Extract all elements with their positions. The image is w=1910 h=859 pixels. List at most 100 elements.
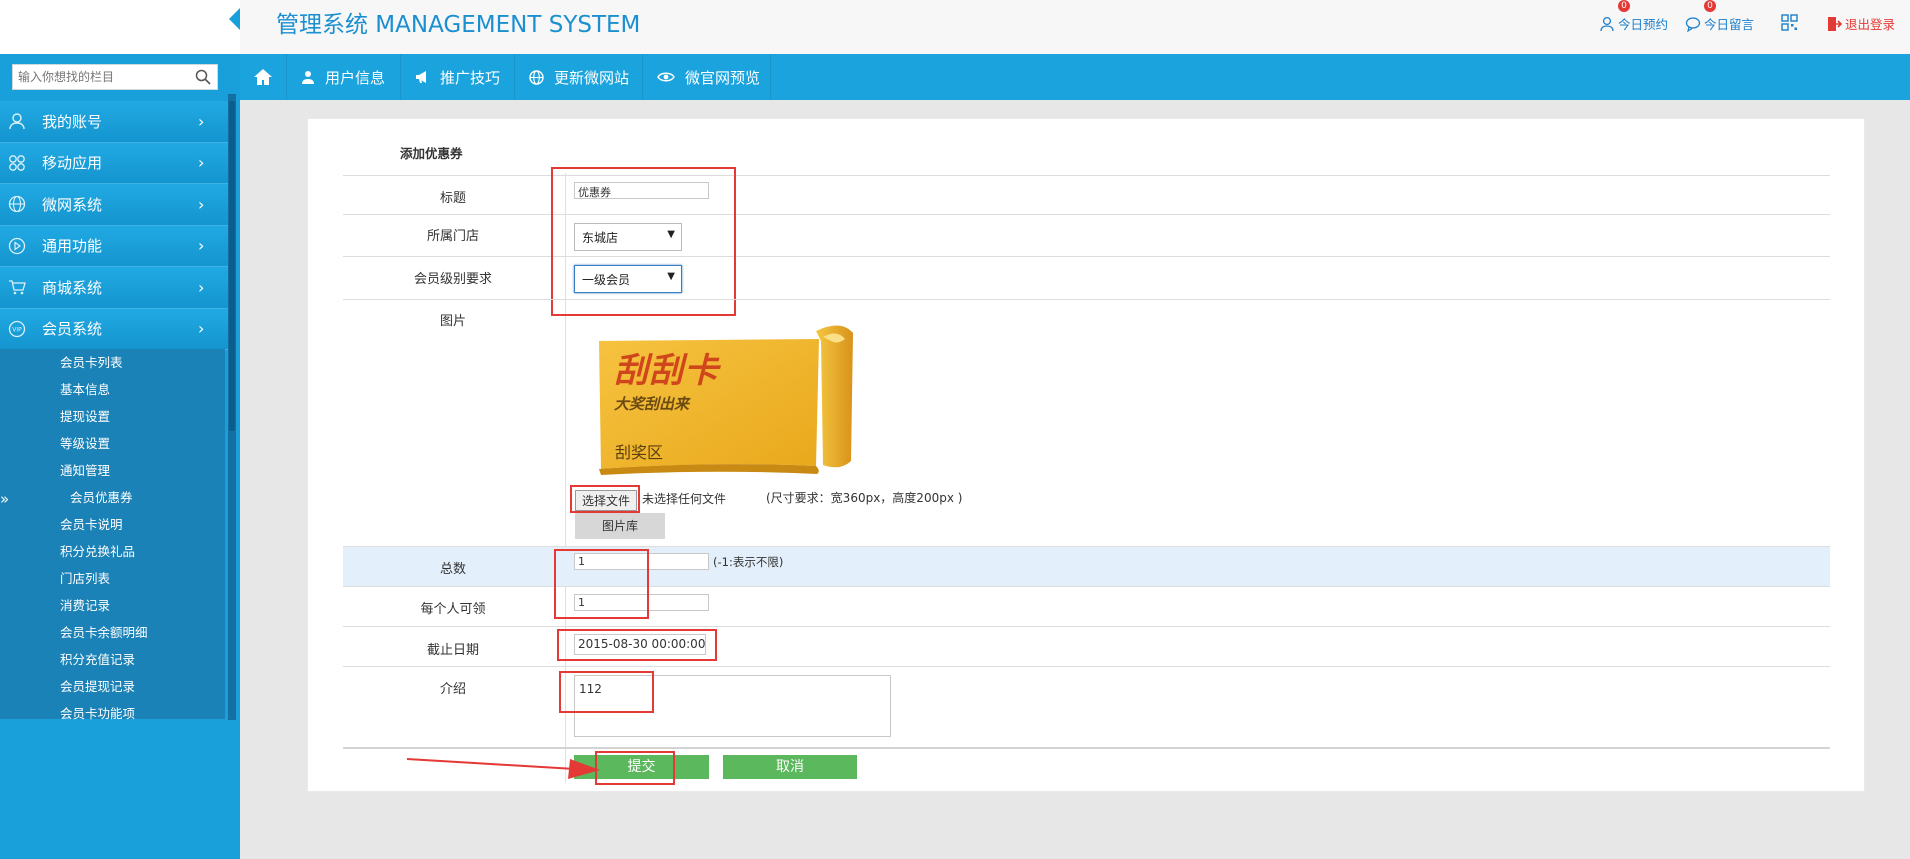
submenu-item[interactable]: 积分充值记录: [0, 646, 225, 673]
user-icon: [9, 113, 25, 130]
logout-link[interactable]: 退出登录: [1826, 14, 1895, 33]
appointments-badge: 0: [1618, 0, 1630, 12]
sidebar-item-label: 我的账号: [42, 112, 103, 131]
sidebar-item-my-account[interactable]: 我的账号 ›: [0, 101, 228, 143]
today-appointments-link[interactable]: 0 今日预约: [1599, 0, 1669, 33]
image-size-hint: (尺寸要求：宽360px，高度200px ): [766, 491, 963, 505]
label-title: 标题: [439, 191, 466, 206]
submenu-item[interactable]: 会员卡余额明细: [0, 619, 225, 646]
annotation-box: [557, 629, 717, 661]
svg-text:VIP: VIP: [12, 326, 22, 333]
sidebar-nav: 我的账号 › 移动应用 › 微网系统 › 通用功能 › 商城系统 › VIP 会…: [0, 101, 228, 350]
sidebar-submenu: 会员卡列表 基本信息 提现设置 等级设置 通知管理 会员优惠券 会员卡说明 积分…: [0, 349, 225, 721]
annotation-box: [595, 751, 675, 785]
header: 管理系统 MANAGEMENT SYSTEM 0 今日预约 0 今日留言 退出登…: [240, 0, 1910, 54]
sidebar-item-microsite[interactable]: 微网系统 ›: [0, 184, 228, 226]
chevron-right-icon: ›: [198, 194, 205, 214]
file-status: 未选择任何文件: [642, 492, 727, 506]
megaphone-icon: [416, 71, 426, 83]
sidebar: 我的账号 › 移动应用 › 微网系统 › 通用功能 › 商城系统 › VIP 会…: [0, 0, 240, 859]
sidebar-search: [12, 64, 218, 90]
messages-label: 今日留言: [1704, 17, 1755, 32]
user-icon: [1600, 16, 1614, 31]
user-icon: [302, 71, 314, 84]
chevron-right-icon: ›: [198, 236, 205, 256]
vip-icon: VIP: [8, 320, 26, 337]
sidebar-item-general[interactable]: 通用功能 ›: [0, 225, 228, 267]
submenu-item[interactable]: 消费记录: [0, 592, 225, 619]
submenu-item[interactable]: 会员卡列表: [0, 349, 225, 376]
eye-icon: [657, 72, 675, 82]
submenu-item[interactable]: 等级设置: [0, 430, 225, 457]
sidebar-item-mobile-apps[interactable]: 移动应用 ›: [0, 142, 228, 184]
content-panel: 添加优惠券 标题 优惠券 所属门店 东城店 ▼ 会员级别要求 一级会员 ▼ 图片: [307, 118, 1865, 792]
chat-icon: [1685, 16, 1701, 32]
top-nav: 用户信息 推广技巧 更新微网站 微官网预览: [240, 54, 1910, 100]
annotation-box: [559, 671, 654, 713]
qrcode-button[interactable]: [1781, 14, 1801, 31]
submenu-item[interactable]: 会员卡说明: [0, 511, 225, 538]
gallery-button[interactable]: 图片库: [575, 513, 665, 539]
chevron-right-icon: ›: [198, 153, 205, 173]
sidebar-item-label: 移动应用: [42, 154, 103, 173]
label-intro: 介绍: [439, 682, 466, 697]
label-per-person: 每个人可领: [420, 602, 486, 617]
app-title: 管理系统 MANAGEMENT SYSTEM: [276, 12, 641, 38]
globe-icon: [8, 196, 26, 213]
appointments-label: 今日预约: [1618, 17, 1669, 32]
nav-promotion-tips[interactable]: 推广技巧: [401, 54, 515, 100]
nav-user-info[interactable]: 用户信息: [287, 54, 401, 100]
annotation-box: [551, 167, 736, 316]
label-level: 会员级别要求: [413, 272, 492, 287]
sidebar-item-mall[interactable]: 商城系统 ›: [0, 267, 228, 309]
label-image: 图片: [439, 314, 466, 329]
qrcode-icon: [1781, 14, 1798, 31]
sidebar-search-input[interactable]: [13, 65, 189, 89]
submenu-item[interactable]: 会员卡功能项: [0, 700, 225, 727]
sidebar-item-label: 通用功能: [42, 237, 103, 256]
form-footer-divider: [343, 747, 1830, 749]
sidebar-item-label: 微网系统: [42, 195, 103, 214]
form-row-image: 图片: [343, 299, 1830, 542]
nav-update-microsite[interactable]: 更新微网站: [515, 54, 643, 100]
apps-icon: [9, 154, 25, 171]
annotation-box: [570, 485, 640, 513]
nav-home[interactable]: [240, 54, 287, 100]
chevron-right-icon: ›: [198, 319, 205, 339]
logout-label: 退出登录: [1845, 17, 1896, 32]
sidebar-item-label: 商城系统: [42, 278, 103, 297]
submenu-item[interactable]: 基本信息: [0, 376, 225, 403]
cart-icon: [9, 280, 26, 295]
submenu-item[interactable]: 门店列表: [0, 565, 225, 592]
sidebar-scroll-thumb[interactable]: [229, 101, 235, 431]
messages-badge: 0: [1704, 0, 1716, 12]
logout-icon: [1828, 16, 1842, 31]
submenu-item[interactable]: 会员提现记录: [0, 673, 225, 700]
submenu-item-active[interactable]: 会员优惠券: [0, 484, 225, 511]
sidebar-notch: [229, 8, 240, 30]
chevron-right-icon: ›: [198, 111, 205, 131]
form-heading: 添加优惠券: [400, 146, 463, 161]
chevron-right-icon: ›: [198, 277, 205, 297]
globe-icon: [529, 69, 544, 85]
nav-label: 用户信息: [325, 68, 386, 87]
nav-label: 更新微网站: [554, 68, 630, 87]
home-icon: [254, 69, 272, 85]
card-area-label: 刮奖区: [615, 443, 664, 462]
sidebar-item-member[interactable]: VIP 会员系统 ›: [0, 308, 228, 350]
sidebar-item-label: 会员系统: [42, 320, 103, 339]
search-icon[interactable]: [195, 69, 211, 85]
annotation-arrow: [406, 758, 600, 779]
cancel-button[interactable]: 取消: [723, 755, 857, 779]
submenu-item[interactable]: 积分兑换礼品: [0, 538, 225, 565]
label-store: 所属门店: [426, 229, 479, 244]
submenu-item[interactable]: 提现设置: [0, 403, 225, 430]
nav-label: 微官网预览: [685, 68, 761, 87]
label-total: 总数: [439, 562, 466, 577]
today-messages-link[interactable]: 0 今日留言: [1685, 0, 1755, 33]
submenu-item[interactable]: 通知管理: [0, 457, 225, 484]
nav-site-preview[interactable]: 微官网预览: [643, 54, 771, 100]
sidebar-collapse-toggle[interactable]: »: [0, 490, 9, 508]
annotation-box: [554, 549, 649, 619]
nav-label: 推广技巧: [440, 68, 501, 87]
